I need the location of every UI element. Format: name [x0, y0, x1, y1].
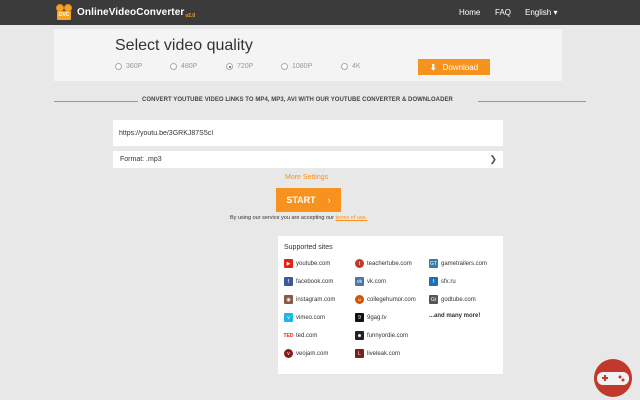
- more-sites-text: ...and many more!: [429, 313, 481, 319]
- youtube-icon: ▶: [284, 259, 293, 268]
- top-navbar: OVC OnlineVideoConverter v2.0 Home FAQ E…: [0, 0, 640, 25]
- quality-title: Select video quality: [115, 37, 253, 54]
- site-funnyordie[interactable]: ☻ funnyordie.com: [355, 331, 408, 340]
- supported-sites-panel: Supported sites ▶ youtube.com t teachert…: [278, 236, 503, 374]
- quality-option-480p[interactable]: 480P: [170, 63, 197, 70]
- gametrailers-icon: GT: [429, 259, 438, 268]
- site-liveleak[interactable]: L liveleak.com: [355, 349, 400, 358]
- converter-heading: CONVERT YOUTUBE VIDEO LINKS TO MP4, MP3,…: [54, 95, 586, 107]
- site-sfx[interactable]: f sfx.ru: [429, 277, 456, 286]
- radio-button-selected[interactable]: [226, 63, 233, 70]
- facebook-icon: f: [284, 277, 293, 286]
- more-settings-link[interactable]: More Settings: [285, 174, 328, 181]
- site-veojam[interactable]: v veojam.com: [284, 349, 328, 358]
- divider-line: [478, 101, 586, 102]
- start-button[interactable]: START ›: [276, 188, 341, 212]
- supported-sites-title: Supported sites: [284, 244, 333, 251]
- sfx-icon: f: [429, 277, 438, 286]
- veojam-icon: v: [284, 349, 293, 358]
- gamepad-icon: [594, 359, 632, 397]
- terms-notice: By using our service you are accepting o…: [230, 215, 368, 221]
- collegehumor-icon: ☺: [355, 295, 364, 304]
- site-vk[interactable]: vk vk.com: [355, 277, 386, 286]
- radio-button[interactable]: [341, 63, 348, 70]
- 9gag-icon: 9: [355, 313, 364, 322]
- quality-option-1080p[interactable]: 1080P: [281, 63, 312, 70]
- site-gametrailers[interactable]: GT gametrailers.com: [429, 259, 487, 268]
- terms-of-use-link[interactable]: terms of use.: [335, 215, 367, 221]
- site-teachertube[interactable]: t teachertube.com: [355, 259, 412, 268]
- godtube-icon: Gt: [429, 295, 438, 304]
- site-facebook[interactable]: f facebook.com: [284, 277, 333, 286]
- site-collegehumor[interactable]: ☺ collegehumor.com: [355, 295, 416, 304]
- site-instagram[interactable]: ◉ instagram.com: [284, 295, 335, 304]
- language-dropdown[interactable]: English ▾: [525, 0, 557, 25]
- quality-option-720p[interactable]: 720P: [226, 63, 253, 70]
- funnyordie-icon: ☻: [355, 331, 364, 340]
- quality-option-4k[interactable]: 4K: [341, 63, 361, 70]
- divider-line: [54, 101, 138, 102]
- radio-button[interactable]: [281, 63, 288, 70]
- site-godtube[interactable]: Gt godtube.com: [429, 295, 476, 304]
- logo-text: OnlineVideoConverter: [77, 7, 185, 18]
- teachertube-icon: t: [355, 259, 364, 268]
- url-input[interactable]: [113, 120, 503, 146]
- nav-home[interactable]: Home: [459, 0, 480, 25]
- site-ted[interactable]: TED ted.com: [283, 331, 318, 340]
- site-vimeo[interactable]: v vimeo.com: [284, 313, 325, 322]
- ted-icon: TED: [283, 332, 294, 339]
- chevron-right-icon: ›: [327, 195, 331, 205]
- radio-button[interactable]: [115, 63, 122, 70]
- quality-option-360p[interactable]: 360P: [115, 63, 142, 70]
- instagram-icon: ◉: [284, 295, 293, 304]
- site-youtube[interactable]: ▶ youtube.com: [284, 259, 330, 268]
- chevron-down-icon[interactable]: ❯: [489, 151, 497, 168]
- radio-button[interactable]: [170, 63, 177, 70]
- site-logo[interactable]: OVC OnlineVideoConverter v2.0: [56, 3, 195, 22]
- download-arrow-icon: ⬇: [429, 62, 437, 72]
- vimeo-icon: v: [284, 313, 293, 322]
- logo-version: v2.0: [185, 12, 196, 19]
- site-9gag[interactable]: 9 9gag.tv: [355, 313, 387, 322]
- quality-panel: Select video quality 360P 480P 720P 1080…: [54, 29, 562, 81]
- vk-icon: vk: [355, 277, 364, 286]
- format-select[interactable]: Format: .mp3 ❯: [113, 151, 503, 168]
- download-button[interactable]: ⬇ Download: [418, 59, 490, 75]
- liveleak-icon: L: [355, 349, 364, 358]
- format-label: Format: .mp3: [120, 156, 162, 163]
- nav-faq[interactable]: FAQ: [495, 0, 511, 25]
- film-camera-icon: OVC: [56, 4, 73, 21]
